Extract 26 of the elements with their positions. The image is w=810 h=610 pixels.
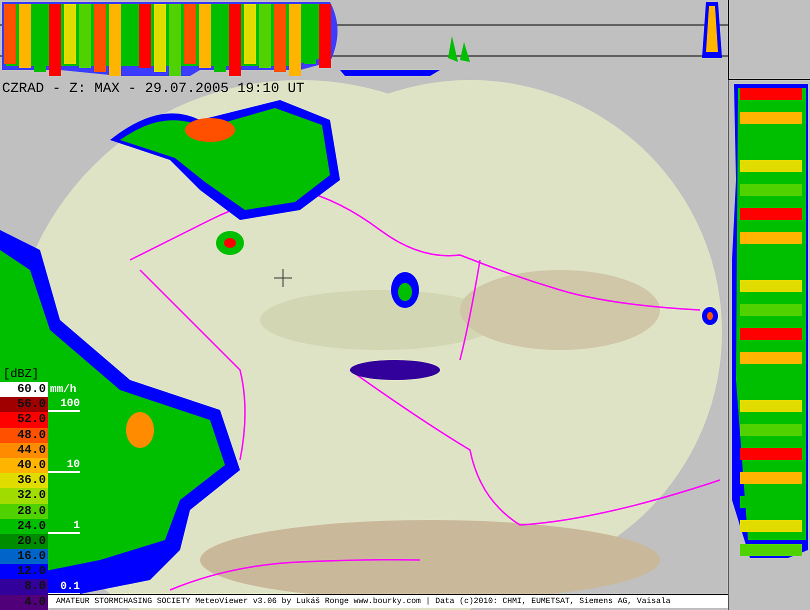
rain-rate-label: 1	[73, 520, 80, 532]
rain-rate-line	[48, 471, 80, 474]
legend-swatch: 28.0	[0, 504, 48, 519]
rain-rate-line	[48, 532, 80, 534]
rain-rate-line	[48, 410, 80, 412]
legend-swatch: 16.0	[0, 549, 48, 564]
legend-swatch: 44.0	[0, 442, 48, 458]
legend-swatch: 56.0	[0, 397, 48, 412]
legend-swatch: 20.0	[0, 534, 48, 550]
legend-unit: [dBZ]	[2, 366, 40, 382]
legend-swatch: 40.0	[0, 458, 48, 474]
map-title: CZRAD - Z: MAX - 29.07.2005 19:10 UT	[2, 80, 304, 98]
status-bar: AMATEUR STORMCHASING SOCIETY MeteoViewer v3.06 by Lukáš Ronge www.bourky.com | Data (c)2010: CHMI, EUMETSAT, Siemens AG, Vaisala	[48, 594, 728, 608]
crosshair-icon	[274, 268, 292, 288]
legend-swatch: 32.0	[0, 488, 48, 504]
legend-swatch: 4.0	[0, 594, 48, 610]
rain-rate-label: 10	[66, 459, 80, 472]
legend-swatch: 36.0	[0, 473, 48, 488]
legend-swatch: 52.0	[0, 412, 48, 428]
rain-rate-label: 0.1	[60, 580, 80, 593]
rain-unit-label: mm/h	[50, 384, 76, 396]
legend-swatch: 12.0	[0, 564, 48, 580]
legend-swatch: 8.0	[0, 579, 48, 595]
legend-swatch: 48.0	[0, 428, 48, 443]
rain-rate-label: 100	[60, 398, 80, 410]
legend-swatch: 60.0	[0, 382, 48, 398]
